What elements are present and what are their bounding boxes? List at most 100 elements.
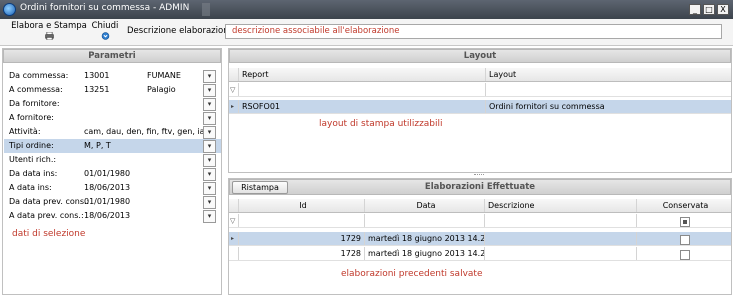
param-row-da-commessa[interactable]: Da commessa: 13001 FUMANE ▾ xyxy=(4,69,221,83)
chevron-down-icon[interactable]: ▾ xyxy=(203,140,216,153)
column-descrizione[interactable]: Descrizione xyxy=(485,199,637,212)
elaborazioni-grid-header: Id Data Descrizione Conservata xyxy=(229,199,731,213)
chevron-down-icon[interactable]: ▾ xyxy=(203,84,216,97)
param-row-attivita[interactable]: Attività: cam, dau, den, fin, ftv, gen, … xyxy=(4,125,221,139)
chevron-down-icon[interactable]: ▾ xyxy=(203,126,216,139)
param-label: Da commessa: xyxy=(9,71,69,80)
chevron-down-icon[interactable]: ▾ xyxy=(203,210,216,223)
filter-cell-conservata[interactable] xyxy=(637,214,731,227)
elaborazioni-header: Elaborazioni Effettuate xyxy=(229,179,731,195)
chiudi-label: Chiudi xyxy=(91,21,119,31)
chevron-down-icon[interactable]: ▾ xyxy=(203,70,216,83)
column-report[interactable]: Report xyxy=(239,68,486,81)
layout-panel: Layout Report Layout ▽ ▸ RSOFO01 Ordini … xyxy=(228,48,732,173)
param-value-desc: Palagio xyxy=(147,85,176,94)
param-label: A data prev. cons.: xyxy=(9,211,84,220)
window-title: Ordini fornitori su commessa - ADMIN xyxy=(20,3,190,13)
filter-cell-id[interactable] xyxy=(239,214,365,227)
param-row-a-data-ins[interactable]: A data ins: 18/06/2013 ▾ xyxy=(4,181,221,195)
maximize-button[interactable]: □ xyxy=(703,4,715,15)
param-row-da-fornitore[interactable]: Da fornitore: ▾ xyxy=(4,97,221,111)
param-row-tipi-ordine[interactable]: Tipi ordine: M, P, T ▾ xyxy=(4,139,221,153)
conservata-checkbox[interactable] xyxy=(680,235,690,245)
elaborazioni-panel: Elaborazioni Effettuate Ristampa Id Data… xyxy=(228,178,732,295)
filter-icon: ▽ xyxy=(229,214,239,227)
title-bar-segment xyxy=(202,3,210,16)
cell-descrizione xyxy=(485,247,637,260)
cell-id: 1729 xyxy=(239,232,365,245)
param-label: Da fornitore: xyxy=(9,99,60,108)
column-layout[interactable]: Layout xyxy=(486,68,731,81)
table-row[interactable]: 1728 martedì 18 giugno 2013 14.21.51 xyxy=(229,247,731,261)
table-row[interactable]: ▸ RSOFO01 Ordini fornitori su commessa xyxy=(229,100,731,114)
filter-cell-layout[interactable] xyxy=(486,83,731,96)
toolbar: Elabora e Stampa Chiudi Descrizione elab… xyxy=(0,19,733,46)
row-pointer-icon: ▸ xyxy=(229,100,239,113)
param-value: cam, dau, den, fin, ftv, gen, ia... xyxy=(84,127,213,136)
chevron-down-icon[interactable]: ▾ xyxy=(203,182,216,195)
parametri-note: dati di selezione xyxy=(12,229,86,239)
cell-layout: Ordini fornitori su commessa xyxy=(489,102,605,111)
param-value: 18/06/2013 xyxy=(84,211,131,220)
filter-checkbox[interactable] xyxy=(680,217,690,227)
row-pointer-icon: ▸ xyxy=(229,232,239,245)
param-row-utenti-rich[interactable]: Utenti rich.: ▾ xyxy=(4,153,221,167)
param-row-a-commessa[interactable]: A commessa: 13251 Palagio ▾ xyxy=(4,83,221,97)
cell-report: RSOFO01 xyxy=(239,100,486,113)
param-row-a-data-prev-cons[interactable]: A data prev. cons.: 18/06/2013 ▾ xyxy=(4,209,221,223)
param-label: A data ins: xyxy=(9,183,52,192)
chiudi-button[interactable]: Chiudi xyxy=(90,21,120,45)
elaborazioni-filter-row[interactable]: ▽ xyxy=(229,214,731,228)
filter-cell-descrizione[interactable] xyxy=(485,214,637,227)
param-row-a-fornitore[interactable]: A fornitore: ▾ xyxy=(4,111,221,125)
panel-splitter[interactable] xyxy=(228,174,732,177)
filter-cell-report[interactable] xyxy=(239,83,486,96)
chevron-down-icon[interactable]: ▾ xyxy=(203,168,216,181)
param-value: M, P, T xyxy=(84,141,111,150)
param-label: A fornitore: xyxy=(9,113,54,122)
layout-grid-header: Report Layout xyxy=(229,68,731,82)
param-value: 01/01/1980 xyxy=(84,197,131,206)
filter-cell-data[interactable] xyxy=(365,214,485,227)
parametri-header: Parametri xyxy=(3,49,221,63)
param-label: Utenti rich.: xyxy=(9,155,57,164)
row-indicator xyxy=(229,247,239,260)
table-row[interactable]: ▸ 1729 martedì 18 giugno 2013 14.24.04 xyxy=(229,232,731,246)
chevron-down-icon[interactable]: ▾ xyxy=(203,196,216,209)
descrizione-input[interactable]: descrizione associabile all'elaborazione xyxy=(225,24,722,39)
descrizione-label: Descrizione elaborazione xyxy=(127,26,234,36)
minimize-button[interactable]: _ xyxy=(689,4,701,15)
layout-header: Layout xyxy=(229,49,731,63)
conservata-checkbox[interactable] xyxy=(680,250,690,260)
cell-conservata xyxy=(637,247,731,260)
layout-filter-row[interactable]: ▽ xyxy=(229,83,731,97)
column-id[interactable]: Id xyxy=(239,199,365,212)
elabora-stampa-button[interactable]: Elabora e Stampa xyxy=(10,21,88,45)
param-label: A commessa: xyxy=(9,85,63,94)
cell-descrizione xyxy=(485,232,637,245)
param-value: 18/06/2013 xyxy=(84,183,131,192)
column-conservata[interactable]: Conservata xyxy=(637,199,731,212)
param-label: Tipi ordine: xyxy=(9,141,54,150)
param-row-da-data-prev-cons[interactable]: Da data prev. cons.: 01/01/1980 ▾ xyxy=(4,195,221,209)
chevron-down-icon[interactable]: ▾ xyxy=(203,112,216,125)
param-row-da-data-ins[interactable]: Da data ins: 01/01/1980 ▾ xyxy=(4,167,221,181)
chevron-down-icon[interactable]: ▾ xyxy=(203,154,216,167)
row-indicator-column xyxy=(229,199,239,212)
row-indicator-column xyxy=(229,68,239,81)
param-label: Da data prev. cons.: xyxy=(9,197,90,206)
close-circle-icon xyxy=(101,32,109,40)
elabora-stampa-label: Elabora e Stampa xyxy=(11,21,87,31)
printer-icon xyxy=(44,32,54,40)
title-bar: Ordini fornitori su commessa - ADMIN _ □… xyxy=(0,0,733,19)
close-window-button[interactable]: X xyxy=(717,4,729,15)
cell-data: martedì 18 giugno 2013 14.24.04 xyxy=(365,232,485,245)
param-label: Attività: xyxy=(9,127,41,136)
param-value-desc: FUMANE xyxy=(147,71,181,80)
app-globe-icon xyxy=(3,3,16,16)
filter-icon: ▽ xyxy=(229,83,239,96)
ristampa-button[interactable]: Ristampa xyxy=(232,181,288,194)
column-data[interactable]: Data xyxy=(365,199,485,212)
elaborazioni-note: elaborazioni precedenti salvate xyxy=(341,269,483,279)
chevron-down-icon[interactable]: ▾ xyxy=(203,98,216,111)
